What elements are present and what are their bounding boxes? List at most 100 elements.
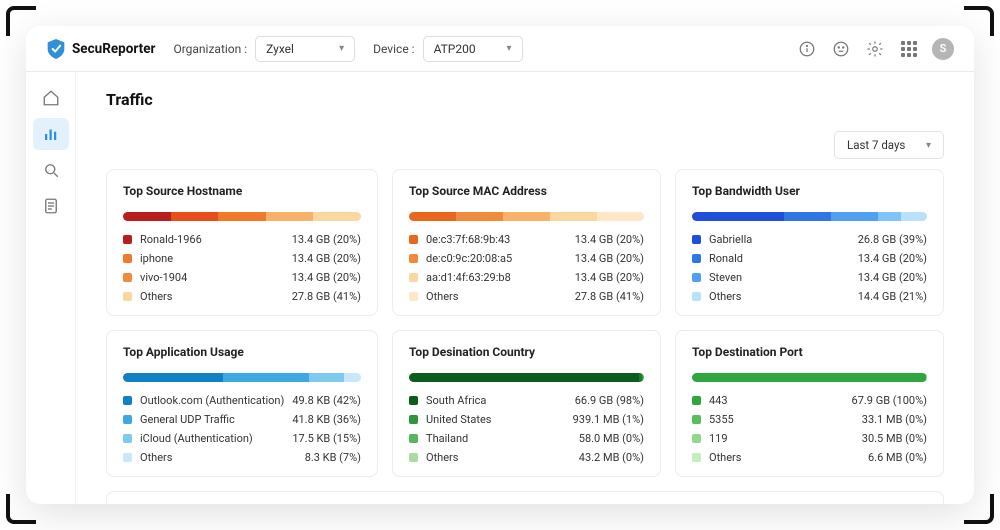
- bar-segment: [123, 373, 223, 382]
- legend-rows: Ronald-196613.4 GB (20%)iphone13.4 GB (2…: [123, 233, 361, 303]
- legend-label: Outlook.com (Authentication): [140, 394, 284, 407]
- legend-label: Steven: [709, 271, 850, 284]
- legend-row: aa:d1:4f:63:29:b813.4 GB (20%): [409, 271, 644, 284]
- legend-label: 443: [709, 394, 844, 407]
- stacked-bar: [409, 373, 644, 382]
- color-swatch: [692, 235, 701, 244]
- legend-row: United States939.1 MB (1%): [409, 413, 644, 426]
- legend-value: 66.9 GB (98%): [575, 394, 644, 407]
- stat-card: Top Destination Port44367.9 GB (100%)535…: [675, 330, 944, 477]
- device-dropdown[interactable]: ATP200 ▾: [423, 36, 523, 62]
- shield-icon: [46, 38, 66, 60]
- legend-value: 67.9 GB (100%): [852, 394, 927, 407]
- bar-segment: [878, 212, 902, 221]
- legend-value: 27.8 GB (41%): [575, 290, 644, 303]
- gear-icon[interactable]: [864, 38, 886, 60]
- org-value: Zyxel: [266, 42, 294, 56]
- bar-segment: [503, 212, 550, 221]
- color-swatch: [409, 235, 418, 244]
- stacked-bar: [409, 212, 644, 221]
- nav-report[interactable]: [33, 190, 69, 222]
- legend-value: 13.4 GB (20%): [575, 233, 644, 246]
- bar-segment: [409, 212, 456, 221]
- legend-rows: 443 67.9 GB (100%) 535533.1 MB (0%) 11930.5…: [692, 394, 927, 464]
- org-label: Organization :: [173, 42, 247, 56]
- card-title: Top Source MAC Address: [409, 184, 644, 198]
- org-dropdown[interactable]: Zyxel ▾: [255, 36, 355, 62]
- color-swatch: [692, 453, 701, 462]
- bar-segment: [597, 212, 644, 221]
- chevron-down-icon: ▾: [507, 43, 512, 54]
- legend-value: 13.4 GB (20%): [575, 252, 644, 265]
- date-range-dropdown[interactable]: Last 7 days ▾: [834, 131, 944, 159]
- legend-value: 8.3 KB (7%): [305, 451, 361, 464]
- card-title: Top Bandwidth User: [692, 184, 927, 198]
- legend-row: 11930.5 MB (0%): [692, 432, 927, 445]
- legend-rows: 0e:c3:7f:68:9b:4313.4 GB (20%)de:c0:9c:2…: [409, 233, 644, 303]
- color-swatch: [692, 434, 701, 443]
- legend-label: Ronald: [709, 252, 850, 265]
- legend-label: Others: [709, 290, 850, 303]
- legend-label: Others: [709, 451, 860, 464]
- bar-segment: [123, 212, 171, 221]
- color-swatch: [409, 434, 418, 443]
- info-icon[interactable]: [796, 38, 818, 60]
- nav-home[interactable]: [33, 82, 69, 114]
- legend-row: 535533.1 MB (0%): [692, 413, 927, 426]
- legend-value: 26.8 GB (39%): [858, 233, 927, 246]
- legend-value: 13.4 GB (20%): [292, 233, 361, 246]
- legend-row: Others 27.8 GB (41%): [409, 290, 644, 303]
- color-swatch: [409, 254, 418, 263]
- bar-segment: [409, 373, 639, 382]
- legend-value: 939.1 MB (1%): [573, 413, 644, 426]
- color-swatch: [692, 415, 701, 424]
- legend-row: iCloud (Authentication)17.5 KB (15%): [123, 432, 361, 445]
- legend-row: 0e:c3:7f:68:9b:4313.4 GB (20%): [409, 233, 644, 246]
- legend-value: 49.8 KB (42%): [292, 394, 361, 407]
- bar-segment: [692, 373, 926, 382]
- date-range-label: Last 7 days: [847, 138, 905, 152]
- legend-row: Outlook.com (Authentication) 49.8 KB (42%…: [123, 394, 361, 407]
- avatar[interactable]: S: [932, 38, 954, 60]
- chevron-down-icon: ▾: [339, 43, 344, 54]
- legend-rows: South Africa66.9 GB (98%) United States93…: [409, 394, 644, 464]
- legend-label: Others: [426, 290, 567, 303]
- bar-segment: [309, 373, 345, 382]
- color-swatch: [692, 396, 701, 405]
- legend-label: Ronald-1966: [140, 233, 284, 246]
- stat-card: Top Source MAC Address 0e:c3:7f:68:9b:431…: [392, 169, 661, 316]
- legend-label: Others: [140, 451, 297, 464]
- color-swatch: [692, 273, 701, 282]
- chevron-down-icon: ▾: [926, 140, 931, 151]
- legend-value: 30.5 MB (0%): [862, 432, 927, 445]
- color-swatch: [409, 415, 418, 424]
- stat-card: Top Application UsageOutlook.com (Authen…: [106, 330, 378, 477]
- bar-segment: [344, 373, 361, 382]
- color-swatch: [409, 396, 418, 405]
- bar-segment: [692, 212, 784, 221]
- legend-row: 443 67.9 GB (100%): [692, 394, 927, 407]
- stacked-bar: [692, 373, 927, 382]
- legend-row: Ronald-1966 13.4 GB (20%): [123, 233, 361, 246]
- nav-analytics[interactable]: [33, 118, 69, 150]
- color-swatch: [692, 254, 701, 263]
- color-swatch: [123, 235, 132, 244]
- legend-value: 27.8 GB (41%): [292, 290, 361, 303]
- legend-label: General UDP Traffic: [140, 413, 284, 426]
- bar-segment: [784, 212, 831, 221]
- bar-segment: [313, 212, 361, 221]
- nav-search[interactable]: [33, 154, 69, 186]
- color-swatch: [123, 254, 132, 263]
- apps-grid-icon[interactable]: [898, 38, 920, 60]
- top-right-actions: S: [796, 38, 954, 60]
- color-swatch: [409, 273, 418, 282]
- bar-segment: [831, 212, 878, 221]
- bar-segment: [550, 212, 597, 221]
- face-icon[interactable]: [830, 38, 852, 60]
- org-selector: Organization : Zyxel ▾: [173, 36, 355, 62]
- body: Traffic Last 7 days ▾ Top Source Hostnam…: [26, 72, 974, 504]
- bar-segment: [223, 373, 309, 382]
- legend-value: 58.0 MB (0%): [579, 432, 644, 445]
- legend-row: South Africa66.9 GB (98%): [409, 394, 644, 407]
- legend-label: Others: [140, 290, 284, 303]
